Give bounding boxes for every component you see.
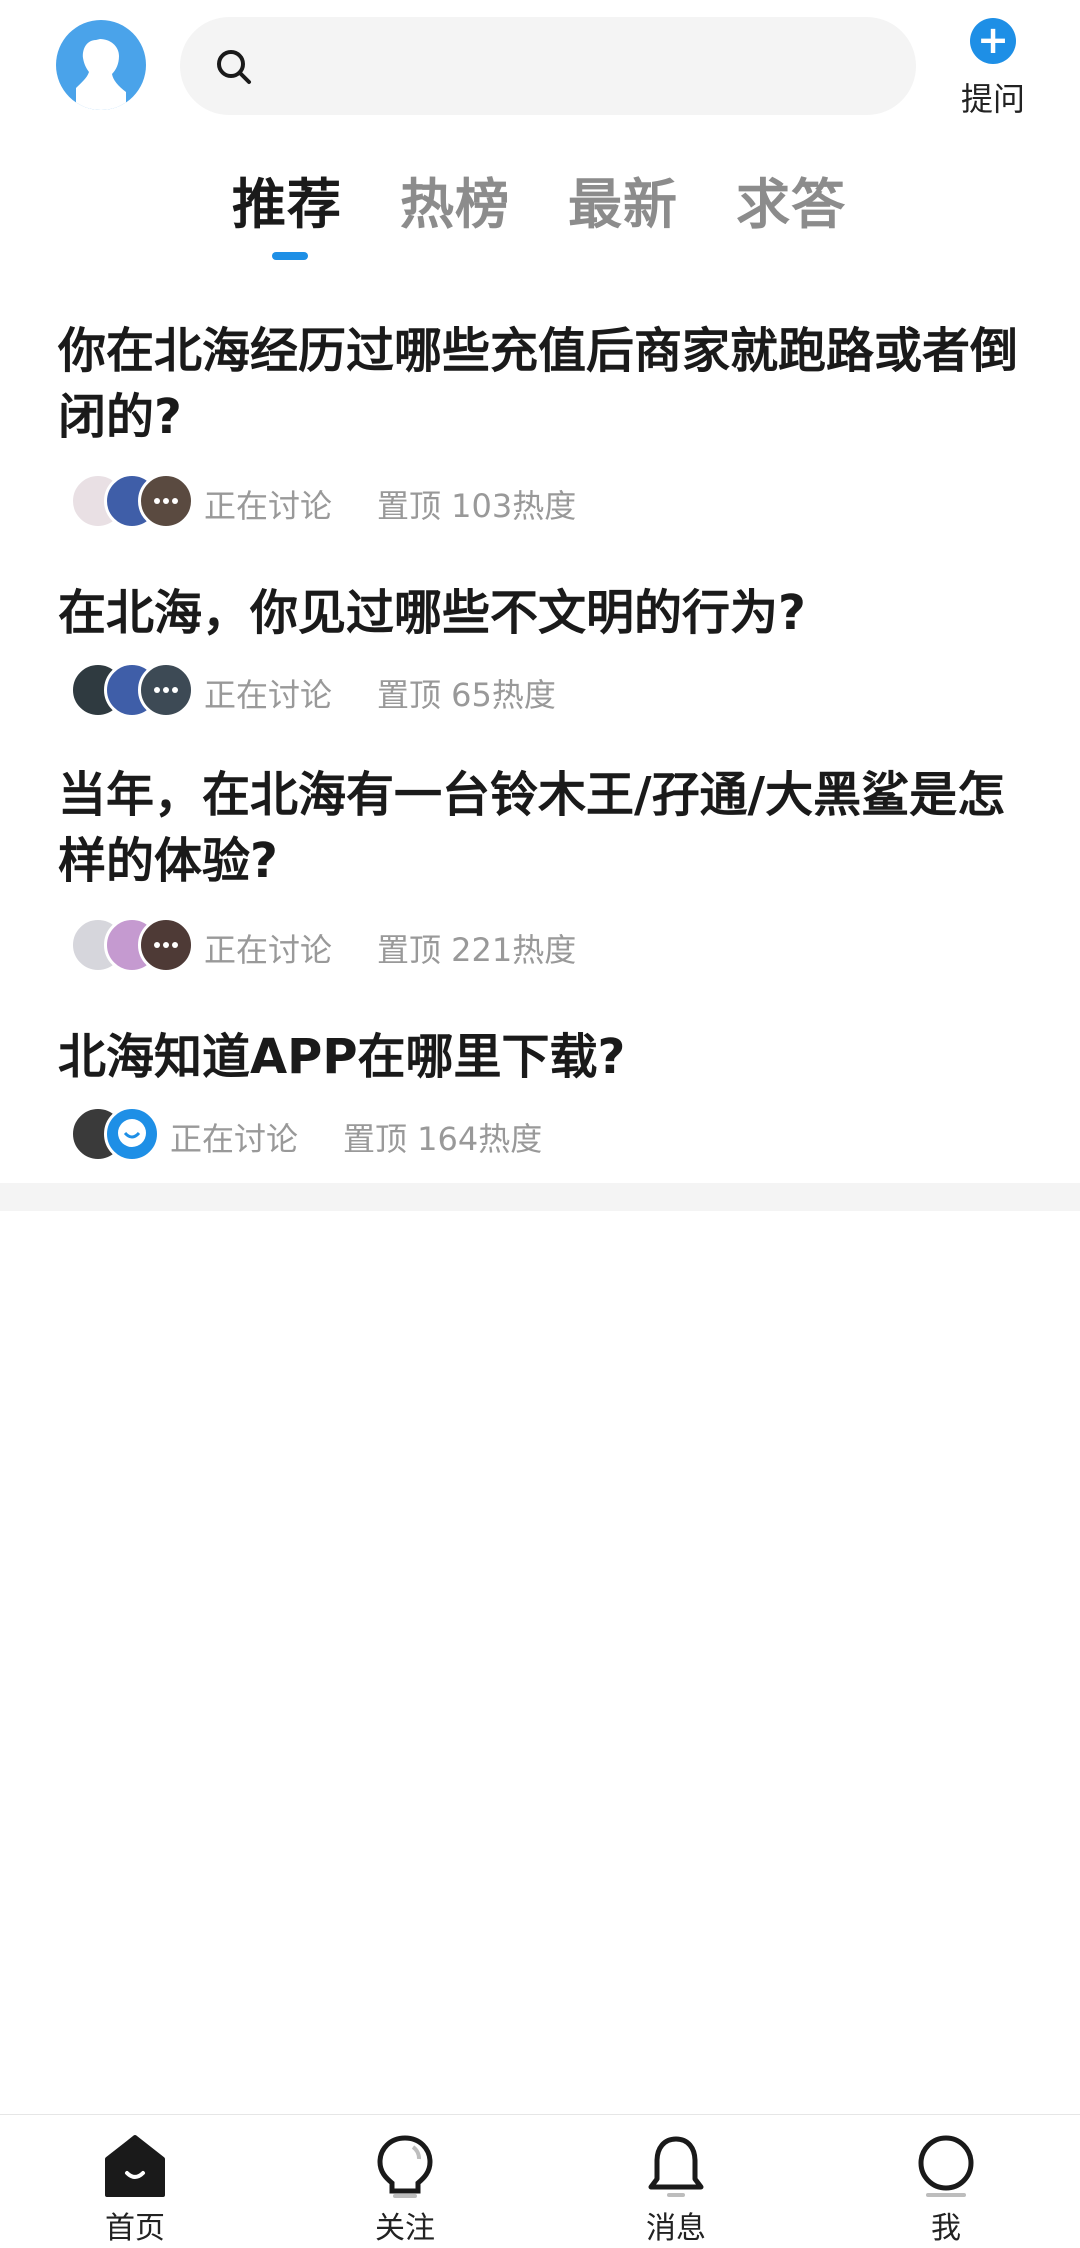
question-item[interactable]: 当年，在北海有一台铃木王/孖通/大黑鲨是怎样的体验? 正在讨论 置顶 221热度 [0, 762, 1080, 992]
nav-messages[interactable]: 消息 [616, 2133, 736, 2247]
profile-icon [918, 2135, 974, 2197]
bot-avatar [104, 1106, 160, 1162]
bulb-icon [377, 2135, 433, 2198]
discussion-status: 正在讨论 [204, 487, 333, 525]
more-dots-icon [154, 942, 178, 948]
more-participants-avatar [138, 917, 194, 973]
tab-hot[interactable]: 热榜 [400, 160, 510, 239]
question-title[interactable]: 你在北海经历过哪些充值后商家就跑路或者倒闭的? [58, 318, 1028, 450]
category-tabs: 推荐 热榜 最新 求答 [0, 160, 1080, 270]
search-input[interactable] [180, 17, 916, 115]
ask-label: 提问 [960, 80, 1025, 118]
discussion-status: 正在讨论 [204, 931, 333, 969]
more-dots-icon [154, 498, 178, 504]
more-participants-avatar [138, 662, 194, 718]
question-title[interactable]: 北海知道APP在哪里下载? [58, 1024, 1028, 1090]
question-title[interactable]: 在北海，你见过哪些不文明的行为? [58, 580, 1028, 646]
discussion-status: 正在讨论 [204, 676, 333, 714]
user-avatar[interactable] [56, 20, 146, 110]
ask-question-button[interactable]: + 提问 [955, 18, 1031, 118]
plus-icon: + [970, 18, 1016, 64]
heat-stats: 置顶 164热度 [343, 1120, 543, 1158]
nav-me[interactable]: 我 [886, 2133, 1006, 2247]
question-title[interactable]: 当年，在北海有一台铃木王/孖通/大黑鲨是怎样的体验? [58, 762, 1028, 894]
person-silhouette-icon [76, 39, 126, 110]
bottom-navigation: 首页 关注 消息 我 [0, 2114, 1080, 2248]
top-bar: + 提问 [0, 0, 1080, 140]
active-tab-indicator [272, 252, 308, 260]
nav-me-label: 我 [931, 2211, 961, 2246]
section-divider [0, 1183, 1080, 1211]
search-icon [217, 50, 251, 84]
tab-recommend[interactable]: 推荐 [232, 160, 342, 239]
heat-stats: 置顶 103热度 [377, 487, 577, 525]
bell-icon [648, 2136, 704, 2197]
tab-latest[interactable]: 最新 [568, 160, 678, 239]
heat-stats: 置顶 221热度 [377, 931, 577, 969]
chat-bubble-icon [118, 1119, 146, 1147]
nav-follow[interactable]: 关注 [345, 2133, 465, 2247]
home-icon [105, 2135, 165, 2197]
nav-home-label: 首页 [105, 2211, 165, 2246]
heat-stats: 置顶 65热度 [377, 676, 556, 714]
discussion-status: 正在讨论 [170, 1120, 299, 1158]
more-participants-avatar [138, 473, 194, 529]
question-item[interactable]: 北海知道APP在哪里下载? 正在讨论 置顶 164热度 [0, 1024, 1080, 1174]
nav-home[interactable]: 首页 [75, 2133, 195, 2247]
question-item[interactable]: 你在北海经历过哪些充值后商家就跑路或者倒闭的? 正在讨论 置顶 103热度 [0, 318, 1080, 548]
nav-follow-label: 关注 [375, 2211, 435, 2246]
nav-messages-label: 消息 [646, 2211, 706, 2246]
more-dots-icon [154, 687, 178, 693]
tab-ask-answer[interactable]: 求答 [736, 160, 846, 239]
question-item[interactable]: 在北海，你见过哪些不文明的行为? 正在讨论 置顶 65热度 [0, 580, 1080, 730]
